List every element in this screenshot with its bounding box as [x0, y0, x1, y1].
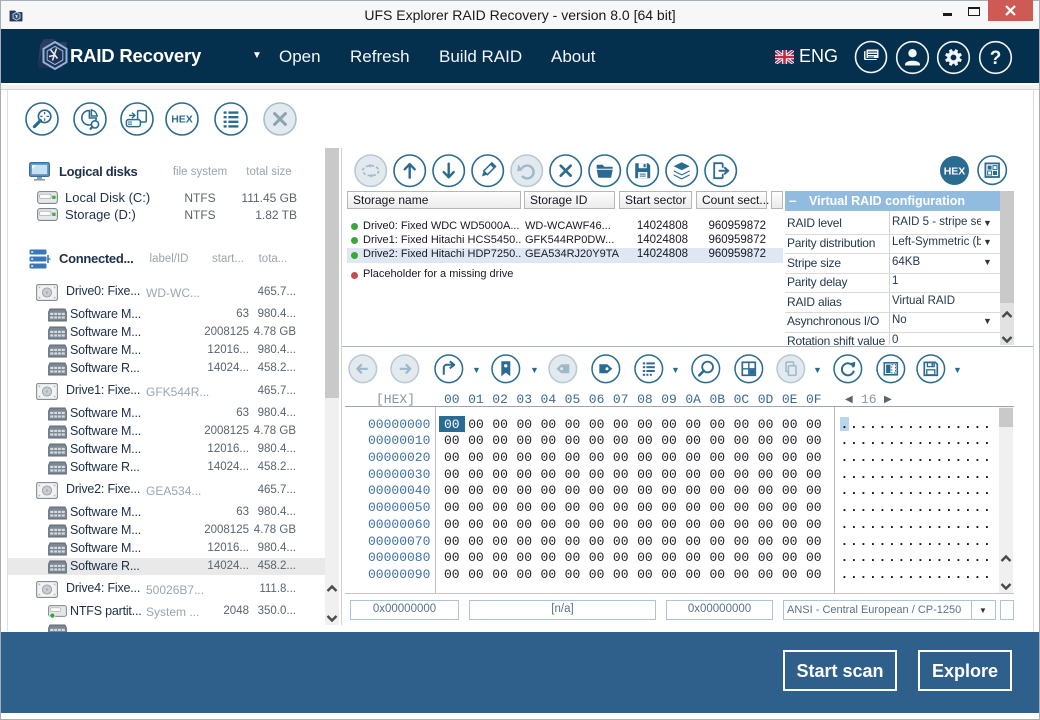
svg-text:HEX: HEX	[171, 113, 193, 125]
svg-text:HEX: HEX	[944, 166, 966, 178]
svg-text:?: ?	[990, 48, 1002, 69]
